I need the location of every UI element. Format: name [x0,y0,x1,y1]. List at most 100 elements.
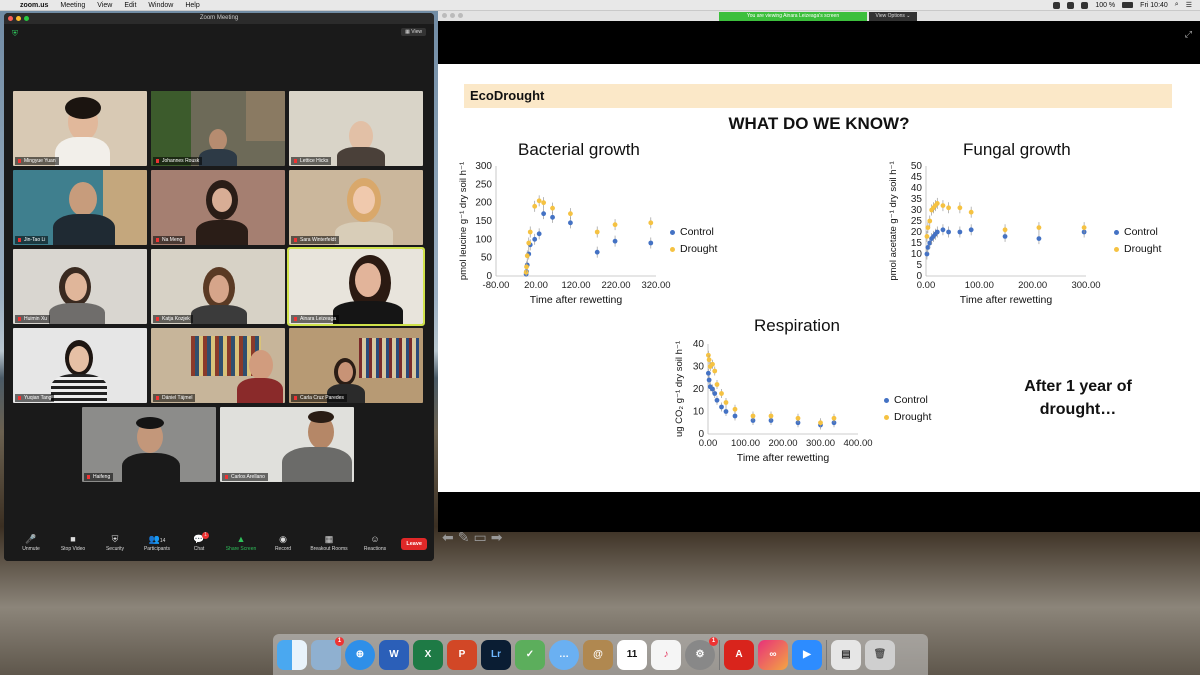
dropbox-icon[interactable] [1067,1,1075,9]
previous-slide-icon[interactable]: ⬅ [442,529,454,546]
video-tile-ainara-leizeaga[interactable]: Ainara Leizeaga [287,247,425,326]
chat-button[interactable]: 💬 1 Chat [178,531,220,552]
data-point-drought [795,415,801,421]
unmute-label: Unmute [22,546,40,552]
data-point-drought [612,222,618,228]
x-tick-label: 320.00 [641,280,670,291]
data-point-drought [705,352,711,358]
music-icon[interactable]: ♪ [651,639,681,670]
battery-icon[interactable] [1122,2,1134,8]
legend-item-drought: Drought [1114,241,1161,258]
dock-separator [719,639,720,670]
word-icon[interactable]: W [379,639,409,670]
video-tile-daniel-tajmel[interactable]: Dániel Tájmel [151,328,285,403]
excel-icon[interactable]: X [413,639,443,670]
preview-icon[interactable]: 1 [311,636,344,670]
view-button[interactable]: ▦ View [401,28,426,36]
share-screen-button[interactable]: ▲ Share Screen [220,531,262,552]
x-tick-label: 100.00 [731,438,760,449]
x-tick-label: 300.00 [806,438,835,449]
legend-label: Drought [1124,243,1162,255]
menu-bar: zoom.us Meeting View Edit Window Help 10… [0,0,1200,11]
x-tick-label: 200.00 [1018,280,1047,291]
security-shield-icon[interactable]: ⛨ [12,29,18,39]
video-tile-huimin-xu[interactable]: Huimin Xu [13,249,147,324]
breakout-rooms-button[interactable]: ▦ Breakout Rooms [304,531,354,552]
pen-icon[interactable]: ✎ [458,529,470,546]
powerpoint-icon[interactable]: P [447,639,477,670]
unmute-button[interactable]: 🎤 Unmute [10,531,52,552]
clock[interactable]: Fri 10:40 [1140,2,1168,9]
video-tile-lettice-hicks[interactable]: Lettice Hicks [289,91,423,166]
scripteditor-icon[interactable]: ✓ [515,639,545,670]
menu-view[interactable]: View [97,2,112,9]
data-point-control [536,231,542,237]
video-tile-haifeng[interactable]: Haifeng [82,407,216,482]
y-tick-label: 10 [911,249,923,260]
menu-edit[interactable]: Edit [124,2,136,9]
stop-video-button[interactable]: ■ Stop Video [52,531,94,552]
data-point-drought [927,218,933,224]
menu-app-name[interactable]: zoom.us [20,2,48,9]
x-tick-label: 220.00 [601,280,630,291]
video-tile-mingyue-yuan[interactable]: Mingyue Yuan [13,91,147,166]
video-tile-johannes-rousk[interactable]: Johannes Rousk [151,91,285,166]
reactions-button[interactable]: ☺ Reactions [354,531,396,552]
lightroom-icon[interactable]: Lr [481,639,511,670]
video-tile-carla-cruz-paredes[interactable]: Carla Cruz Paredes [289,328,423,403]
expand-icon[interactable]: ⤢ [1185,29,1192,40]
data-point-control [541,211,547,217]
data-point-drought [831,415,837,421]
next-slide-icon[interactable]: ➡ [491,529,503,546]
minimize-window-button[interactable] [450,13,455,18]
video-tile-jin-tao-li[interactable]: Jin-Tao Li [13,170,147,245]
menu-meeting[interactable]: Meeting [60,2,85,9]
participant-name: Johannes Rousk [153,157,203,165]
menu-window[interactable]: Window [148,2,173,9]
preview-badge: 1 [335,636,344,646]
contacts-icon[interactable]: @ [583,639,613,670]
chart-title: Respiration [754,316,840,335]
video-tile-carlos-arellano[interactable]: Carlos Arellano [220,407,354,482]
acrobat-icon[interactable]: A [724,639,754,670]
slide-menu-icon[interactable]: ▭ [473,529,486,546]
finder-icon[interactable] [277,639,307,670]
x-tick-label: 0.00 [699,438,718,449]
video-tile-yuqian-tang[interactable]: Yuqian Tang [13,328,147,403]
messages-icon[interactable]: … [549,639,579,670]
zoom-window-button[interactable] [458,13,463,18]
meeting-toolbar: 🎤 Unmute ■ Stop Video ⛨ Security 👥14 Partici… [4,531,434,561]
video-tile-na-meng[interactable]: Na Meng [151,170,285,245]
safari-icon[interactable]: ⊕ [345,639,375,670]
menu-list-icon[interactable]: ☰ [1186,1,1192,9]
zoom-dock-icon[interactable]: ▶ [792,639,822,670]
data-point-control [924,251,930,257]
trash-icon[interactable]: 🗑 [865,639,895,670]
search-icon[interactable]: ⌕ [1175,1,1179,9]
zoom-window-button[interactable] [24,16,29,21]
calendar-icon[interactable]: 11 [617,639,647,670]
zoom-status-icon[interactable] [1053,1,1061,9]
data-point-drought [712,368,718,374]
close-window-button[interactable] [8,16,13,21]
system-preferences-icon[interactable]: ⚙ 1 [685,636,718,670]
wifi-icon[interactable] [1081,1,1089,9]
menu-help[interactable]: Help [185,2,199,9]
shared-screen-window: You are viewing Ainara Leizeaga's screen… [438,11,1200,545]
minimize-window-button[interactable] [16,16,21,21]
security-button[interactable]: ⛨ Security [94,531,136,552]
leave-button[interactable]: Leave [401,538,427,550]
data-point-drought [524,253,530,259]
creative-cloud-icon[interactable]: ∞ [758,639,788,670]
documents-stack-icon[interactable]: ▤ [831,639,861,670]
record-button[interactable]: ◉ Record [262,531,304,552]
video-tile-sara-winterfeldt[interactable]: Sara Winterfeldt [289,170,423,245]
video-tile-katja-kozjek[interactable]: Katja Kozjek [151,249,285,324]
record-icon: ◉ [279,534,287,544]
y-tick-label: 200 [475,198,492,209]
close-window-button[interactable] [442,13,447,18]
view-options-button[interactable]: View Options ⌄ [869,12,917,21]
data-point-drought [750,413,756,419]
participants-button[interactable]: 👥14 Participants [136,531,178,552]
participant-name: Huimin Xu [15,315,51,323]
